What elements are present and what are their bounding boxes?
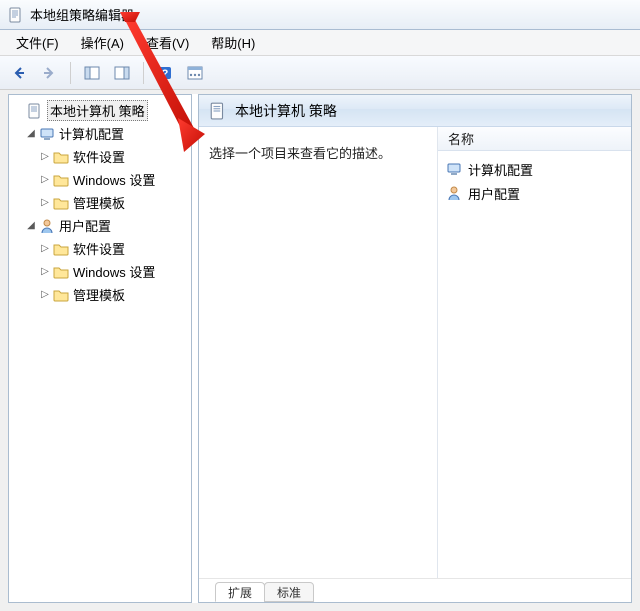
filter-button[interactable] xyxy=(182,60,208,86)
window-title: 本地组策略编辑器 xyxy=(30,5,134,24)
expand-icon[interactable]: ▷ xyxy=(39,151,51,163)
folder-icon xyxy=(53,149,69,165)
tree-label: 软件设置 xyxy=(73,239,125,258)
arrow-left-icon xyxy=(11,65,27,81)
tree-software-settings[interactable]: ▷ 软件设置 xyxy=(11,145,189,168)
folder-icon xyxy=(53,172,69,188)
expand-icon[interactable]: ▷ xyxy=(39,289,51,301)
tree-user-config[interactable]: ◢ 用户配置 xyxy=(11,214,189,237)
computer-icon xyxy=(446,161,462,177)
list-item-computer-config[interactable]: 计算机配置 xyxy=(444,157,625,181)
tab-standard[interactable]: 标准 xyxy=(264,582,314,602)
details-pane: 本地计算机 策略 选择一个项目来查看它的描述。 名称 计算机配置 xyxy=(198,94,632,603)
show-hide-tree-button[interactable] xyxy=(79,60,105,86)
arrow-right-icon xyxy=(41,65,57,81)
tree-label: Windows 设置 xyxy=(73,170,155,189)
list-item-label: 用户配置 xyxy=(468,184,520,203)
client-area: 本地计算机 策略 ◢ 计算机配置 ▷ 软件设置 ▷ xyxy=(8,94,632,603)
tree-admin-templates[interactable]: ▷ 管理模板 xyxy=(11,283,189,306)
tree-root[interactable]: 本地计算机 策略 xyxy=(11,99,189,122)
expand-icon[interactable]: ▷ xyxy=(39,266,51,278)
help-button[interactable]: ? xyxy=(152,60,178,86)
gpedit-icon xyxy=(209,102,227,120)
user-icon xyxy=(39,218,55,234)
panel-list-icon xyxy=(114,65,130,81)
tool-bar: ? xyxy=(0,56,640,90)
tree-admin-templates[interactable]: ▷ 管理模板 xyxy=(11,191,189,214)
tree-label: 用户配置 xyxy=(59,216,111,235)
gpedit-icon xyxy=(27,103,43,119)
tree-windows-settings[interactable]: ▷ Windows 设置 xyxy=(11,168,189,191)
tree-computer-config[interactable]: ◢ 计算机配置 xyxy=(11,122,189,145)
collapse-icon[interactable]: ◢ xyxy=(25,220,37,232)
menu-view[interactable]: 查看(V) xyxy=(136,30,199,55)
description-column: 选择一个项目来查看它的描述。 xyxy=(199,127,437,578)
expand-icon[interactable]: ▷ xyxy=(39,243,51,255)
tree-software-settings[interactable]: ▷ 软件设置 xyxy=(11,237,189,260)
menu-bar: 文件(F) 操作(A) 查看(V) 帮助(H) xyxy=(0,30,640,56)
computer-icon xyxy=(39,126,55,142)
toolbar-separator xyxy=(70,62,71,84)
menu-help[interactable]: 帮助(H) xyxy=(201,30,265,55)
filter-options-icon xyxy=(187,65,203,81)
tree-root-label: 本地计算机 策略 xyxy=(47,100,148,121)
tab-extended[interactable]: 扩展 xyxy=(215,582,265,602)
view-tabs: 扩展 标准 xyxy=(199,578,631,602)
tree-windows-settings[interactable]: ▷ Windows 设置 xyxy=(11,260,189,283)
tree: 本地计算机 策略 ◢ 计算机配置 ▷ 软件设置 ▷ xyxy=(9,95,191,310)
menu-action[interactable]: 操作(A) xyxy=(71,30,134,55)
help-icon: ? xyxy=(157,65,173,81)
tree-label: 管理模板 xyxy=(73,193,125,212)
title-bar: 本地组策略编辑器 xyxy=(0,0,640,30)
expand-icon[interactable]: ▷ xyxy=(39,174,51,186)
menu-file[interactable]: 文件(F) xyxy=(6,30,69,55)
collapse-icon[interactable]: ◢ xyxy=(25,128,37,140)
list-item-user-config[interactable]: 用户配置 xyxy=(444,181,625,205)
folder-icon xyxy=(53,241,69,257)
details-body: 选择一个项目来查看它的描述。 名称 计算机配置 xyxy=(199,127,631,578)
svg-text:?: ? xyxy=(162,68,169,80)
list-item-label: 计算机配置 xyxy=(468,160,533,179)
description-text: 选择一个项目来查看它的描述。 xyxy=(209,146,391,161)
list-column: 名称 计算机配置 用户配置 xyxy=(437,127,631,578)
tree-label: 软件设置 xyxy=(73,147,125,166)
folder-icon xyxy=(53,195,69,211)
toolbar-separator xyxy=(143,62,144,84)
show-hide-action-button[interactable] xyxy=(109,60,135,86)
panel-tree-icon xyxy=(84,65,100,81)
tab-label: 标准 xyxy=(277,586,301,600)
tree-label: 管理模板 xyxy=(73,285,125,304)
column-header-label: 名称 xyxy=(448,129,474,148)
details-header-title: 本地计算机 策略 xyxy=(235,101,337,121)
tree-label: 计算机配置 xyxy=(59,124,124,143)
console-tree[interactable]: 本地计算机 策略 ◢ 计算机配置 ▷ 软件设置 ▷ xyxy=(8,94,192,603)
forward-button[interactable] xyxy=(36,60,62,86)
folder-icon xyxy=(53,264,69,280)
details-header: 本地计算机 策略 xyxy=(199,95,631,127)
column-header-name[interactable]: 名称 xyxy=(438,127,631,151)
gpedit-icon xyxy=(8,7,24,23)
folder-icon xyxy=(53,287,69,303)
back-button[interactable] xyxy=(6,60,32,86)
expand-icon[interactable]: ▷ xyxy=(39,197,51,209)
tree-label: Windows 设置 xyxy=(73,262,155,281)
user-icon xyxy=(446,185,462,201)
tab-label: 扩展 xyxy=(228,586,252,600)
list-rows: 计算机配置 用户配置 xyxy=(438,151,631,211)
expand-icon[interactable] xyxy=(13,105,25,117)
